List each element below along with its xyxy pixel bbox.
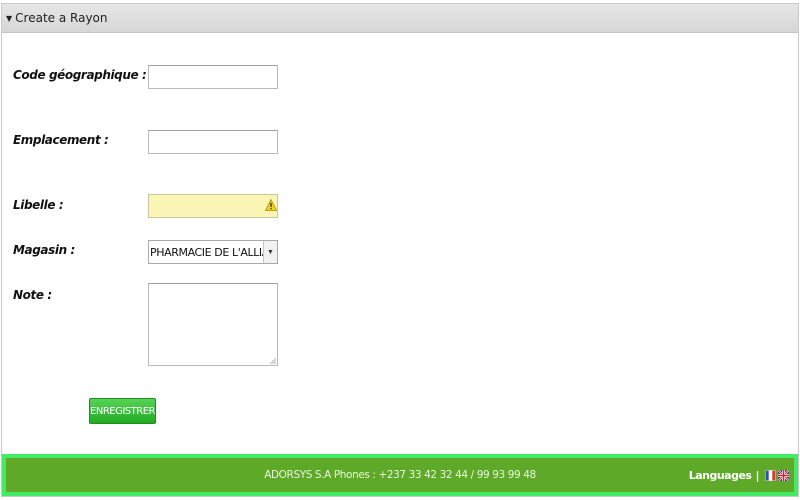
footer: ADORSYS S.A Phones : +237 33 42 32 44 / … — [2, 454, 798, 496]
note-textarea[interactable] — [148, 283, 278, 366]
magasin-select[interactable]: PHARMACIE DE L'ALLIANCE ▼ — [148, 240, 278, 264]
magasin-label: Magasin : — [13, 243, 75, 257]
dropdown-arrow-icon[interactable]: ▼ — [263, 241, 277, 263]
libelle-input[interactable] — [148, 194, 278, 218]
languages-label: Languages — [688, 468, 752, 482]
code-geographique-input[interactable] — [148, 65, 278, 89]
panel-title: Create a Rayon — [15, 11, 108, 25]
emplacement-label: Emplacement : — [13, 133, 109, 147]
disclosure-triangle-icon[interactable]: ▼ — [6, 14, 12, 23]
language-switcher: Languages | — [689, 458, 789, 492]
enregistrer-button[interactable]: ENREGISTRER — [89, 398, 156, 424]
footer-bar: ADORSYS S.A Phones : +237 33 42 32 44 / … — [6, 458, 794, 492]
panel-header[interactable]: ▼ Create a Rayon — [2, 4, 798, 33]
emplacement-input[interactable] — [148, 130, 278, 154]
warning-icon — [265, 199, 277, 211]
resize-grip-icon[interactable] — [268, 356, 276, 364]
magasin-selected-value: PHARMACIE DE L'ALLIANCE — [150, 245, 263, 259]
languages-separator: | — [755, 468, 759, 482]
libelle-label: Libelle : — [13, 198, 64, 212]
note-label: Note : — [13, 288, 52, 302]
france-flag-icon[interactable] — [765, 469, 776, 481]
uk-flag-icon[interactable] — [778, 469, 789, 481]
footer-contact: ADORSYS S.A Phones : +237 33 42 32 44 / … — [264, 469, 536, 481]
code-geographique-label: Code géographique : — [13, 68, 147, 82]
